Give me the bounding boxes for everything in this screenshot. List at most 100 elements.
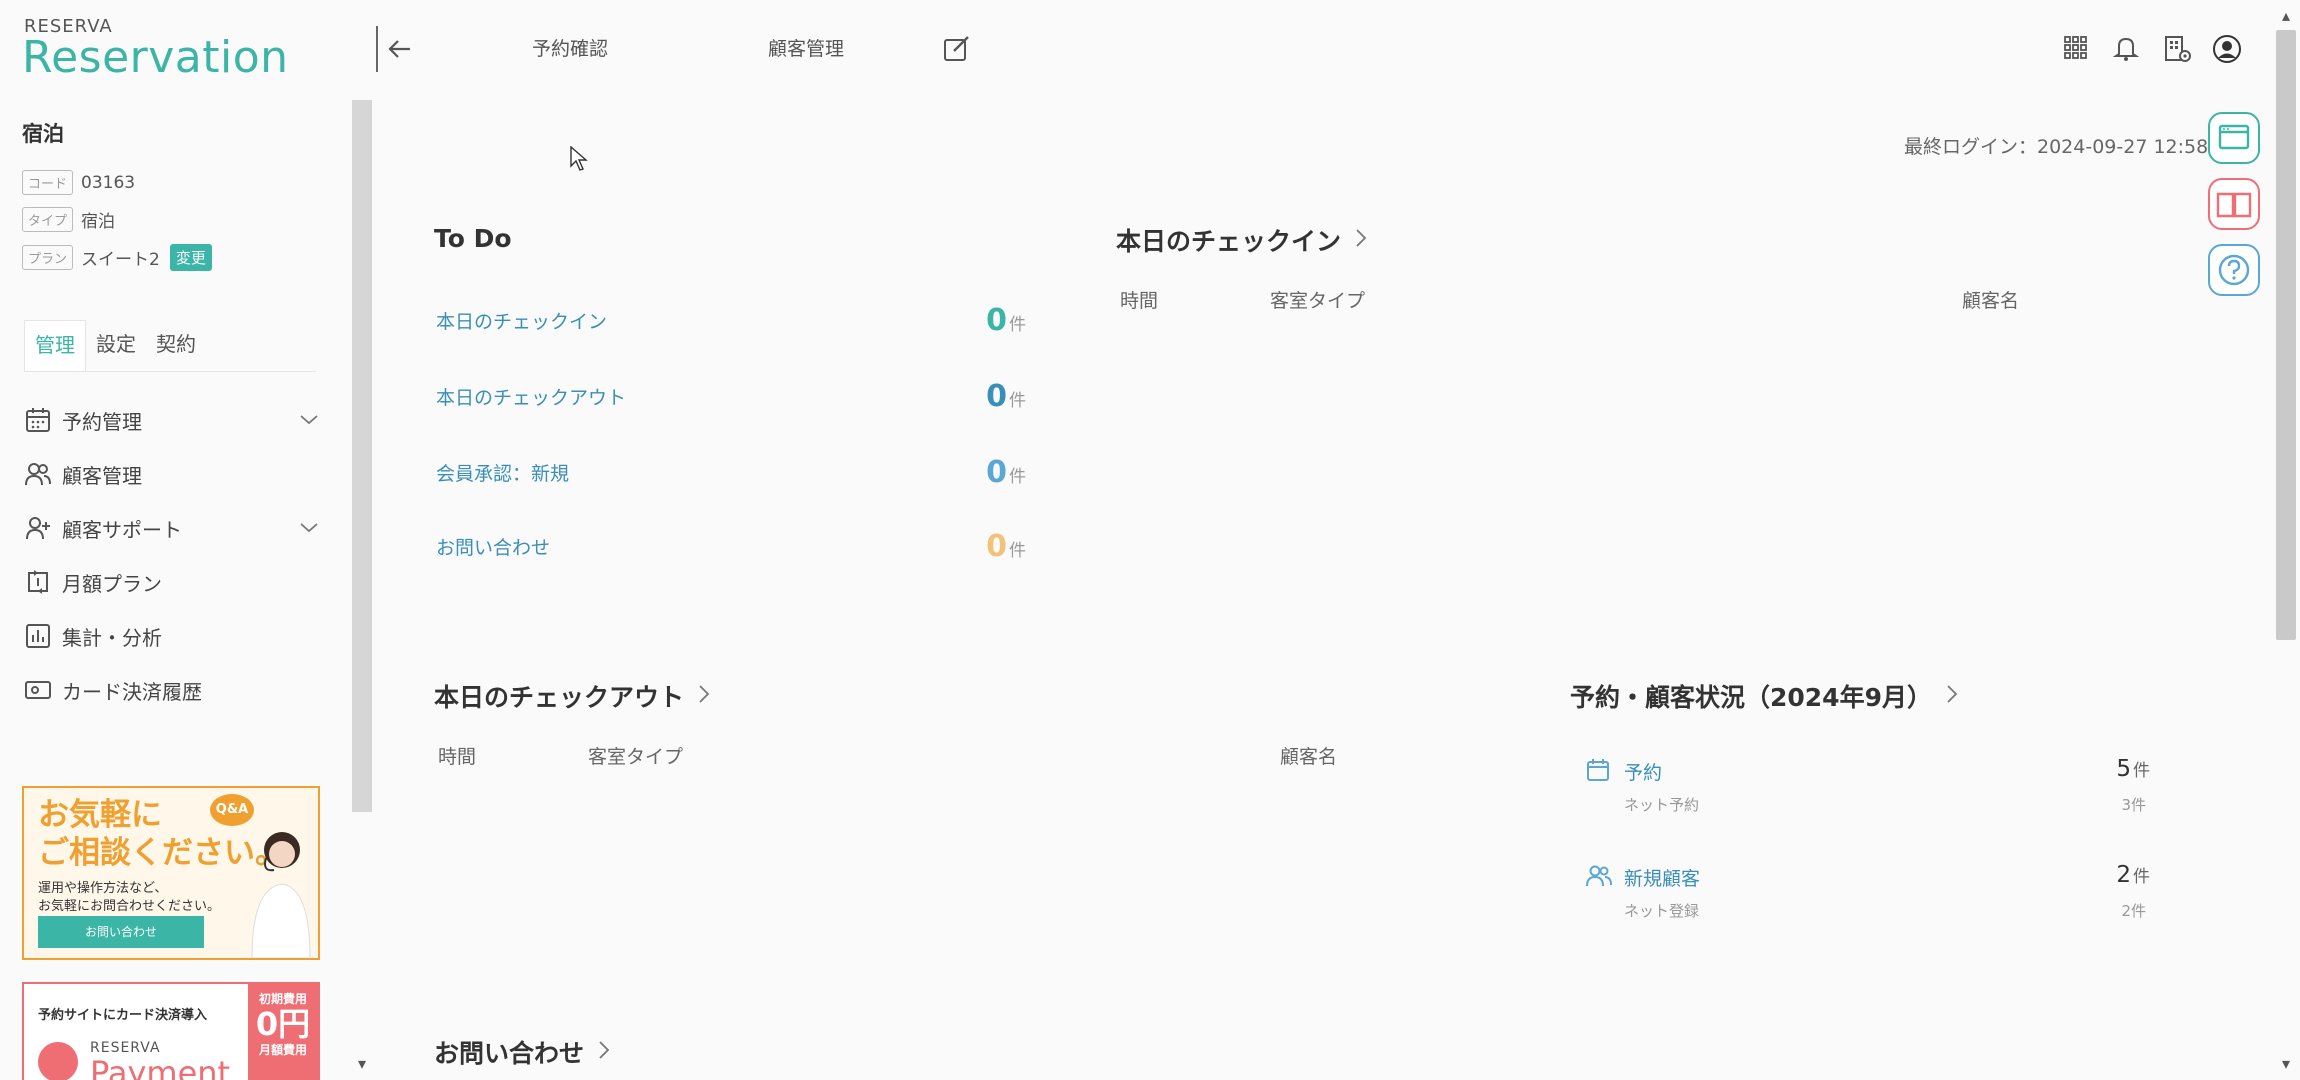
- sidebar-item-label: 顧客管理: [62, 463, 142, 488]
- sidebar-item-label: カード決済履歴: [62, 679, 202, 704]
- grid-icon[interactable]: [2062, 34, 2090, 62]
- account-icon[interactable]: [2212, 34, 2241, 63]
- status-unit: 件: [2133, 867, 2150, 887]
- tab-contract[interactable]: 契約: [146, 320, 206, 371]
- todo-row-inquiry[interactable]: お問い合わせ 0件: [436, 526, 1026, 566]
- sidebar-item-monthly-plan[interactable]: 月額プラン: [24, 562, 324, 602]
- sidebar-item-label: 集計・分析: [62, 625, 162, 650]
- card-icon: [24, 676, 52, 704]
- todo-label[interactable]: 本日のチェックアウト: [436, 383, 626, 410]
- store-type: 宿泊: [81, 212, 116, 232]
- header-link-reservation-check[interactable]: 予約確認: [532, 34, 608, 61]
- code-tag: コード: [22, 170, 74, 195]
- status-reservations-label[interactable]: 予約: [1624, 758, 1662, 785]
- chevron-right-icon[interactable]: [596, 1038, 612, 1067]
- checkout-col-room-type: 客室タイプ: [588, 746, 684, 768]
- todo-unit: 件: [1009, 390, 1026, 411]
- checkin-col-customer: 顧客名: [1962, 290, 2020, 312]
- users-icon: [1586, 864, 1612, 888]
- status-new-customers-label[interactable]: 新規顧客: [1624, 864, 1700, 891]
- todo-count: 0: [986, 528, 1007, 564]
- banner-desc1: 運用や操作方法など、: [38, 881, 168, 896]
- main-scrollbar[interactable]: [2276, 30, 2296, 640]
- status-new-customers-subvalue: 2件: [2121, 902, 2146, 920]
- banner-contact-button[interactable]: お問い合わせ: [38, 916, 204, 948]
- chevron-right-icon[interactable]: [1353, 226, 1369, 255]
- store-type-row: タイプ 宿泊: [22, 207, 115, 232]
- status-reservations-value: 5件: [2060, 756, 2150, 782]
- sidebar-item-reservations[interactable]: 予約管理: [24, 400, 324, 440]
- sidebar-item-card-history[interactable]: カード決済履歴: [24, 670, 324, 710]
- store-plan-row: プラン スイート2 変更: [22, 244, 212, 271]
- back-arrow-icon[interactable]: [384, 34, 414, 64]
- todo-title-text: To Do: [434, 224, 512, 253]
- status-new-customers-sub: ネット登録: [1624, 902, 1700, 920]
- status-title-text[interactable]: 予約・顧客状況（2024年9月）: [1570, 678, 1932, 714]
- tab-settings[interactable]: 設定: [86, 320, 146, 371]
- help-support-button[interactable]: [2208, 244, 2260, 296]
- banner-line1: お気軽に: [38, 797, 162, 833]
- chevron-down-icon[interactable]: [298, 516, 320, 543]
- chevron-down-icon[interactable]: [298, 408, 320, 435]
- todo-label[interactable]: 本日のチェックイン: [436, 307, 607, 334]
- chevron-right-icon[interactable]: [696, 682, 712, 711]
- todo-count: 0: [986, 454, 1007, 490]
- banner-desc2: お気軽にお問合わせください。: [38, 899, 221, 914]
- monthly-fee-label: 月額費用: [258, 1043, 307, 1057]
- user-plus-icon: [24, 514, 52, 542]
- bell-icon[interactable]: [2112, 34, 2140, 62]
- todo-row-checkin[interactable]: 本日のチェックイン 0件: [436, 300, 1026, 340]
- checkin-title-text[interactable]: 本日のチェックイン: [1116, 222, 1341, 258]
- inquiry-title[interactable]: お問い合わせ: [434, 1034, 612, 1070]
- todo-count: 0: [986, 378, 1007, 414]
- tab-manage[interactable]: 管理: [24, 320, 86, 371]
- todo-row-checkout[interactable]: 本日のチェックアウト 0件: [436, 376, 1026, 416]
- plan-tag: プラン: [22, 245, 74, 270]
- payment-brand: Payment: [90, 1054, 231, 1080]
- chevron-right-icon[interactable]: [1944, 682, 1960, 711]
- todo-row-member-approval[interactable]: 会員承認：新規 0件: [436, 452, 1026, 492]
- status-new-customers-value: 2件: [2060, 862, 2150, 888]
- checkin-col-room-type: 客室タイプ: [1270, 290, 1366, 312]
- status-title[interactable]: 予約・顧客状況（2024年9月）: [1570, 678, 1960, 714]
- payment-banner[interactable]: 予約サイトにカード決済導入 RESERVA Payment 初期費用 0円 月額…: [22, 982, 320, 1080]
- calendar-icon: [1586, 758, 1610, 782]
- checkin-col-time: 時間: [1120, 290, 1159, 312]
- site-preview-button[interactable]: [2208, 112, 2260, 164]
- edit-icon[interactable]: [942, 34, 972, 64]
- checkout-col-time: 時間: [438, 746, 477, 768]
- checkout-title-text[interactable]: 本日のチェックアウト: [434, 678, 684, 714]
- checkin-title[interactable]: 本日のチェックイン: [1116, 222, 1369, 258]
- plan-change-button[interactable]: 変更: [169, 244, 212, 271]
- inquiry-title-text[interactable]: お問い合わせ: [434, 1034, 584, 1070]
- status-unit: 件: [2133, 761, 2150, 781]
- checkout-title[interactable]: 本日のチェックアウト: [434, 678, 712, 714]
- store-plan: スイート2: [81, 250, 160, 270]
- checkout-col-customer: 顧客名: [1280, 746, 1338, 768]
- last-login: 最終ログイン：2024-09-27 12:58: [1904, 136, 2209, 158]
- sidebar-item-support[interactable]: 顧客サポート: [24, 508, 324, 548]
- mouse-cursor-icon: [570, 146, 588, 172]
- store-code-row: コード 03163: [22, 170, 135, 195]
- type-tag: タイプ: [22, 207, 74, 232]
- todo-label[interactable]: 会員承認：新規: [436, 459, 569, 486]
- header-link-customer-management[interactable]: 顧客管理: [768, 34, 844, 61]
- todo-label[interactable]: お問い合わせ: [436, 533, 550, 560]
- todo-count: 0: [986, 302, 1007, 338]
- sidebar: RESERVA Reservation 宿泊 コード 03163 タイプ 宿泊 …: [0, 0, 356, 1080]
- sidebar-scroll-down-icon[interactable]: ▾: [352, 1054, 372, 1074]
- sidebar-scrollbar[interactable]: [352, 100, 372, 812]
- sidebar-item-customers[interactable]: 顧客管理: [24, 454, 324, 494]
- brand-logo[interactable]: Reservation: [22, 32, 289, 83]
- store-name: 宿泊: [22, 122, 64, 146]
- building-settings-icon[interactable]: [2162, 34, 2191, 62]
- main-scroll-up-icon[interactable]: ▴: [2276, 6, 2296, 26]
- status-value: 2: [2116, 862, 2131, 888]
- support-banner[interactable]: お気軽に ご相談ください。 Q&A 運用や操作方法など、 お気軽にお問合わせください…: [22, 786, 320, 960]
- sidebar-item-label: 予約管理: [62, 409, 142, 434]
- main-scroll-down-icon[interactable]: ▾: [2276, 1054, 2296, 1074]
- manual-book-button[interactable]: [2208, 178, 2260, 230]
- sidebar-item-label: 月額プラン: [62, 571, 162, 596]
- sidebar-item-label: 顧客サポート: [62, 517, 182, 542]
- sidebar-item-analytics[interactable]: 集計・分析: [24, 616, 324, 656]
